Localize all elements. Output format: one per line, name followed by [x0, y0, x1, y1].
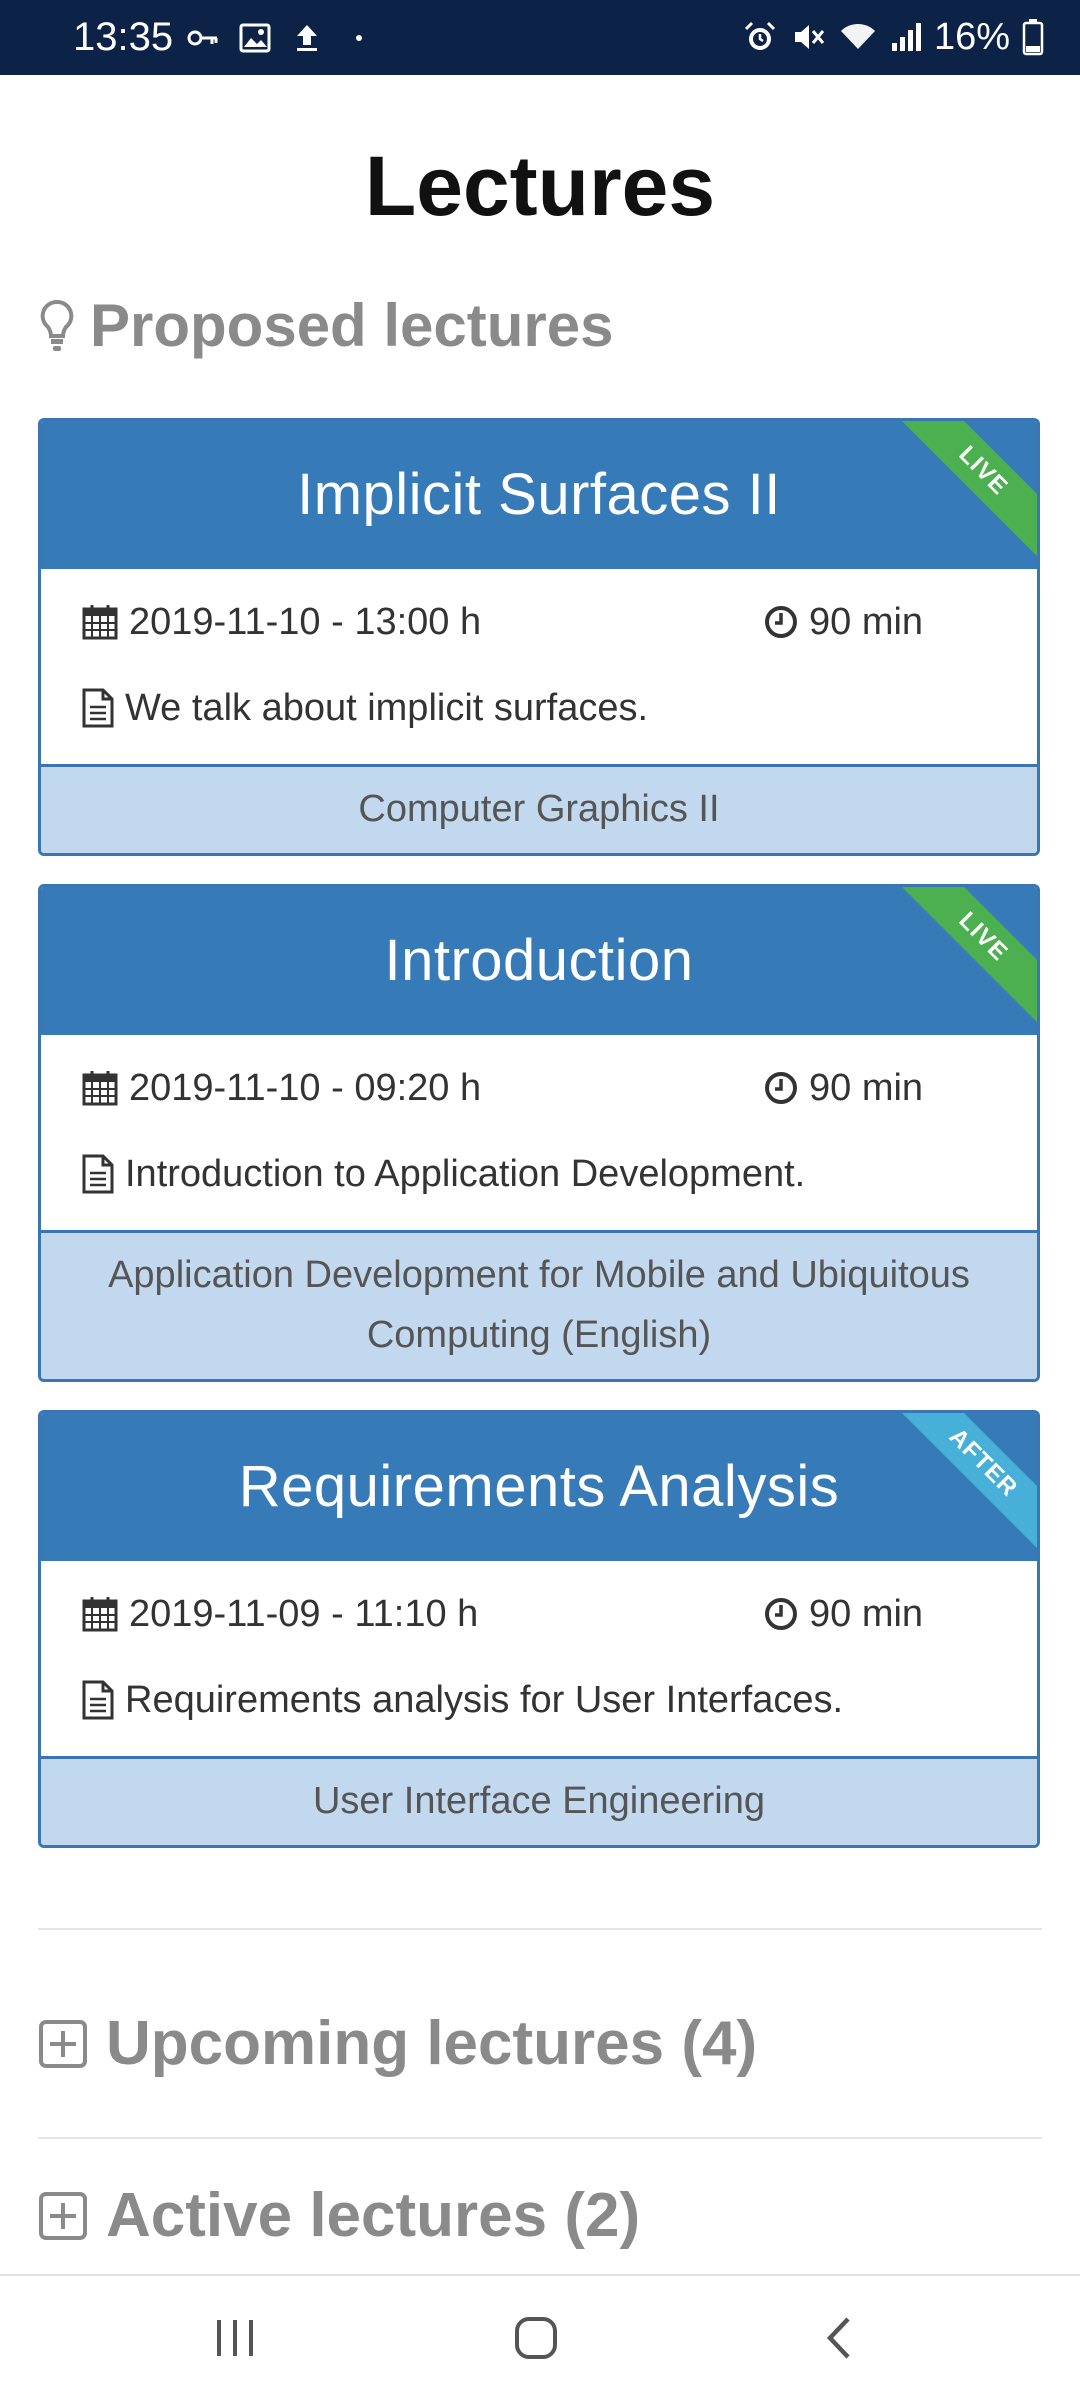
lecture-date: 2019-11-09 - 11:10 h	[81, 1591, 478, 1637]
duration-text: 90 min	[809, 1067, 924, 1109]
status-bar: 13:35 16%	[0, 0, 1080, 75]
date-text: 2019-11-09 - 11:10 h	[129, 1593, 479, 1635]
status-ribbon: LIVE	[889, 421, 1037, 565]
divider	[38, 1928, 1042, 1930]
lecture-course[interactable]: User Interface Engineering	[41, 1759, 1037, 1845]
document-icon	[82, 1680, 114, 1720]
back-icon	[826, 2317, 850, 2359]
lecture-header[interactable]: Requirements Analysis AFTER	[41, 1413, 1037, 1561]
recent-apps-icon	[217, 2320, 253, 2356]
image-icon	[239, 23, 271, 53]
clock-icon	[765, 1072, 797, 1104]
status-ribbon: AFTER	[889, 1413, 1037, 1557]
upcoming-lectures-label: Upcoming lectures (4)	[106, 2009, 758, 2078]
plus-square-icon	[39, 2192, 87, 2240]
lecture-duration: 90 min	[763, 1591, 923, 1637]
vpn-key-icon	[187, 30, 218, 46]
lecture-date: 2019-11-10 - 09:20 h	[81, 1065, 481, 1111]
dot-icon	[356, 35, 362, 41]
lecture-description: Introduction to Application Development.	[81, 1151, 805, 1197]
clock-icon	[765, 1598, 797, 1630]
battery-icon	[1022, 19, 1044, 56]
back-button[interactable]	[810, 2308, 870, 2368]
lecture-course[interactable]: Application Development for Mobile and U…	[41, 1233, 1037, 1379]
signal-icon	[891, 23, 921, 51]
status-time: 13:35	[73, 15, 174, 59]
lecture-title: Introduction	[384, 928, 694, 993]
lecture-title: Requirements Analysis	[238, 1454, 840, 1519]
lecture-description: We talk about implicit surfaces.	[81, 685, 648, 731]
lecture-card[interactable]: Implicit Surfaces II LIVE 2019-11-10 - 1…	[38, 418, 1040, 856]
description-text: Requirements analysis for User Interface…	[125, 1679, 844, 1721]
mute-icon	[794, 25, 825, 49]
active-lectures-label: Active lectures (2)	[106, 2181, 641, 2250]
home-icon	[515, 2317, 557, 2359]
duration-text: 90 min	[809, 601, 924, 643]
lecture-card[interactable]: Introduction LIVE 2019-11-10 - 09:20 h 9…	[38, 884, 1040, 1382]
wifi-icon	[840, 23, 875, 49]
document-icon	[82, 688, 114, 728]
date-text: 2019-11-10 - 09:20 h	[129, 1067, 482, 1109]
lightbulb-icon	[40, 299, 74, 351]
plus-square-icon	[39, 2020, 87, 2068]
divider	[38, 2137, 1042, 2139]
clock-icon	[765, 606, 797, 638]
lecture-duration: 90 min	[763, 1065, 923, 1111]
home-button[interactable]	[506, 2308, 566, 2368]
document-icon	[82, 1154, 114, 1194]
lecture-card[interactable]: Requirements Analysis AFTER 2019-11-09 -…	[38, 1410, 1040, 1848]
lecture-description: Requirements analysis for User Interface…	[81, 1677, 843, 1723]
page-title: Lectures	[364, 139, 716, 233]
date-text: 2019-11-10 - 13:00 h	[129, 601, 482, 643]
battery-percent: 16%	[933, 16, 1010, 58]
lecture-course[interactable]: Computer Graphics II	[41, 767, 1037, 853]
section-title: Proposed lectures	[90, 292, 614, 359]
proposed-lectures-heading: Proposed lectures	[38, 288, 614, 364]
upcoming-lectures-toggle[interactable]: Upcoming lectures (4)	[38, 2006, 757, 2082]
lecture-header[interactable]: Introduction LIVE	[41, 887, 1037, 1035]
system-nav-bar	[0, 2274, 1080, 2400]
status-right-icons: 16%	[742, 17, 1044, 57]
lecture-details: 2019-11-10 - 09:20 h 90 min Introduction…	[41, 1035, 1037, 1233]
recent-apps-button[interactable]	[205, 2308, 265, 2368]
lecture-details: 2019-11-09 - 11:10 h 90 min Requirements…	[41, 1561, 1037, 1759]
lecture-title: Implicit Surfaces II	[297, 462, 781, 527]
status-ribbon: LIVE	[889, 887, 1037, 1031]
calendar-icon	[82, 1071, 118, 1106]
alarm-icon	[744, 21, 775, 50]
lecture-details: 2019-11-10 - 13:00 h 90 min We talk abou…	[41, 569, 1037, 767]
lecture-date: 2019-11-10 - 13:00 h	[81, 599, 481, 645]
calendar-icon	[82, 1597, 118, 1632]
description-text: Introduction to Application Development.	[125, 1153, 806, 1195]
status-left-icons	[186, 20, 376, 56]
duration-text: 90 min	[809, 1593, 924, 1635]
lecture-duration: 90 min	[763, 599, 923, 645]
calendar-icon	[82, 605, 118, 640]
upload-icon	[297, 25, 317, 51]
lecture-header[interactable]: Implicit Surfaces II LIVE	[41, 421, 1037, 569]
description-text: We talk about implicit surfaces.	[125, 687, 649, 729]
active-lectures-toggle[interactable]: Active lectures (2)	[38, 2178, 640, 2254]
